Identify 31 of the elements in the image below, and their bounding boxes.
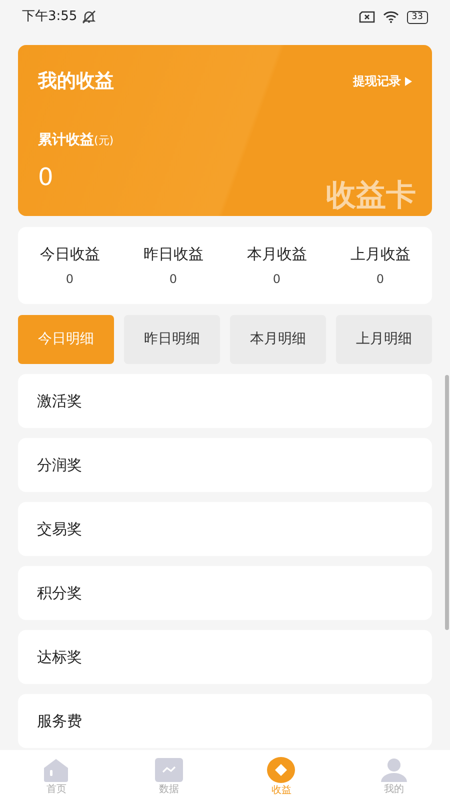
stat-label: 上月收益 — [349, 244, 412, 266]
stat-value: 0 — [375, 270, 386, 288]
triangle-icon — [405, 76, 412, 86]
stat-value: 0 — [168, 270, 178, 288]
wifi-icon — [382, 11, 399, 23]
reward-item[interactable]: 服务费 — [18, 694, 432, 748]
stat-value: 0 — [272, 270, 282, 288]
battery-icon: 33 — [406, 10, 428, 24]
detail-tab[interactable]: 昨日明细 — [124, 315, 220, 364]
home-icon — [42, 758, 70, 782]
total-earnings-value: 0 — [38, 162, 54, 192]
reward-item[interactable]: 分润奖 — [18, 438, 432, 492]
sim-icon — [358, 11, 375, 23]
chart-icon — [154, 758, 183, 782]
coin-icon — [267, 756, 296, 782]
reward-item[interactable]: 积分奖 — [18, 566, 432, 620]
status-time: 下午3:55 — [22, 8, 78, 26]
stat-label: 昨日收益 — [142, 244, 204, 266]
stat-label: 本月收益 — [246, 244, 308, 266]
total-earnings-label: 累计收益(元) — [38, 130, 115, 150]
detail-tab[interactable]: 上月明细 — [336, 315, 432, 364]
user-icon — [380, 758, 408, 782]
stat-label: 今日收益 — [38, 244, 101, 266]
reward-item[interactable]: 激活奖 — [18, 374, 432, 428]
stat-value: 0 — [64, 270, 75, 288]
mute-icon — [81, 10, 98, 24]
card-title: 我的收益 — [38, 69, 114, 94]
card-watermark: 收益卡 — [326, 179, 416, 212]
detail-tab[interactable]: 本月明细 — [230, 315, 326, 364]
reward-item[interactable]: 达标奖 — [18, 630, 432, 684]
reward-item[interactable]: 交易奖 — [18, 502, 432, 556]
